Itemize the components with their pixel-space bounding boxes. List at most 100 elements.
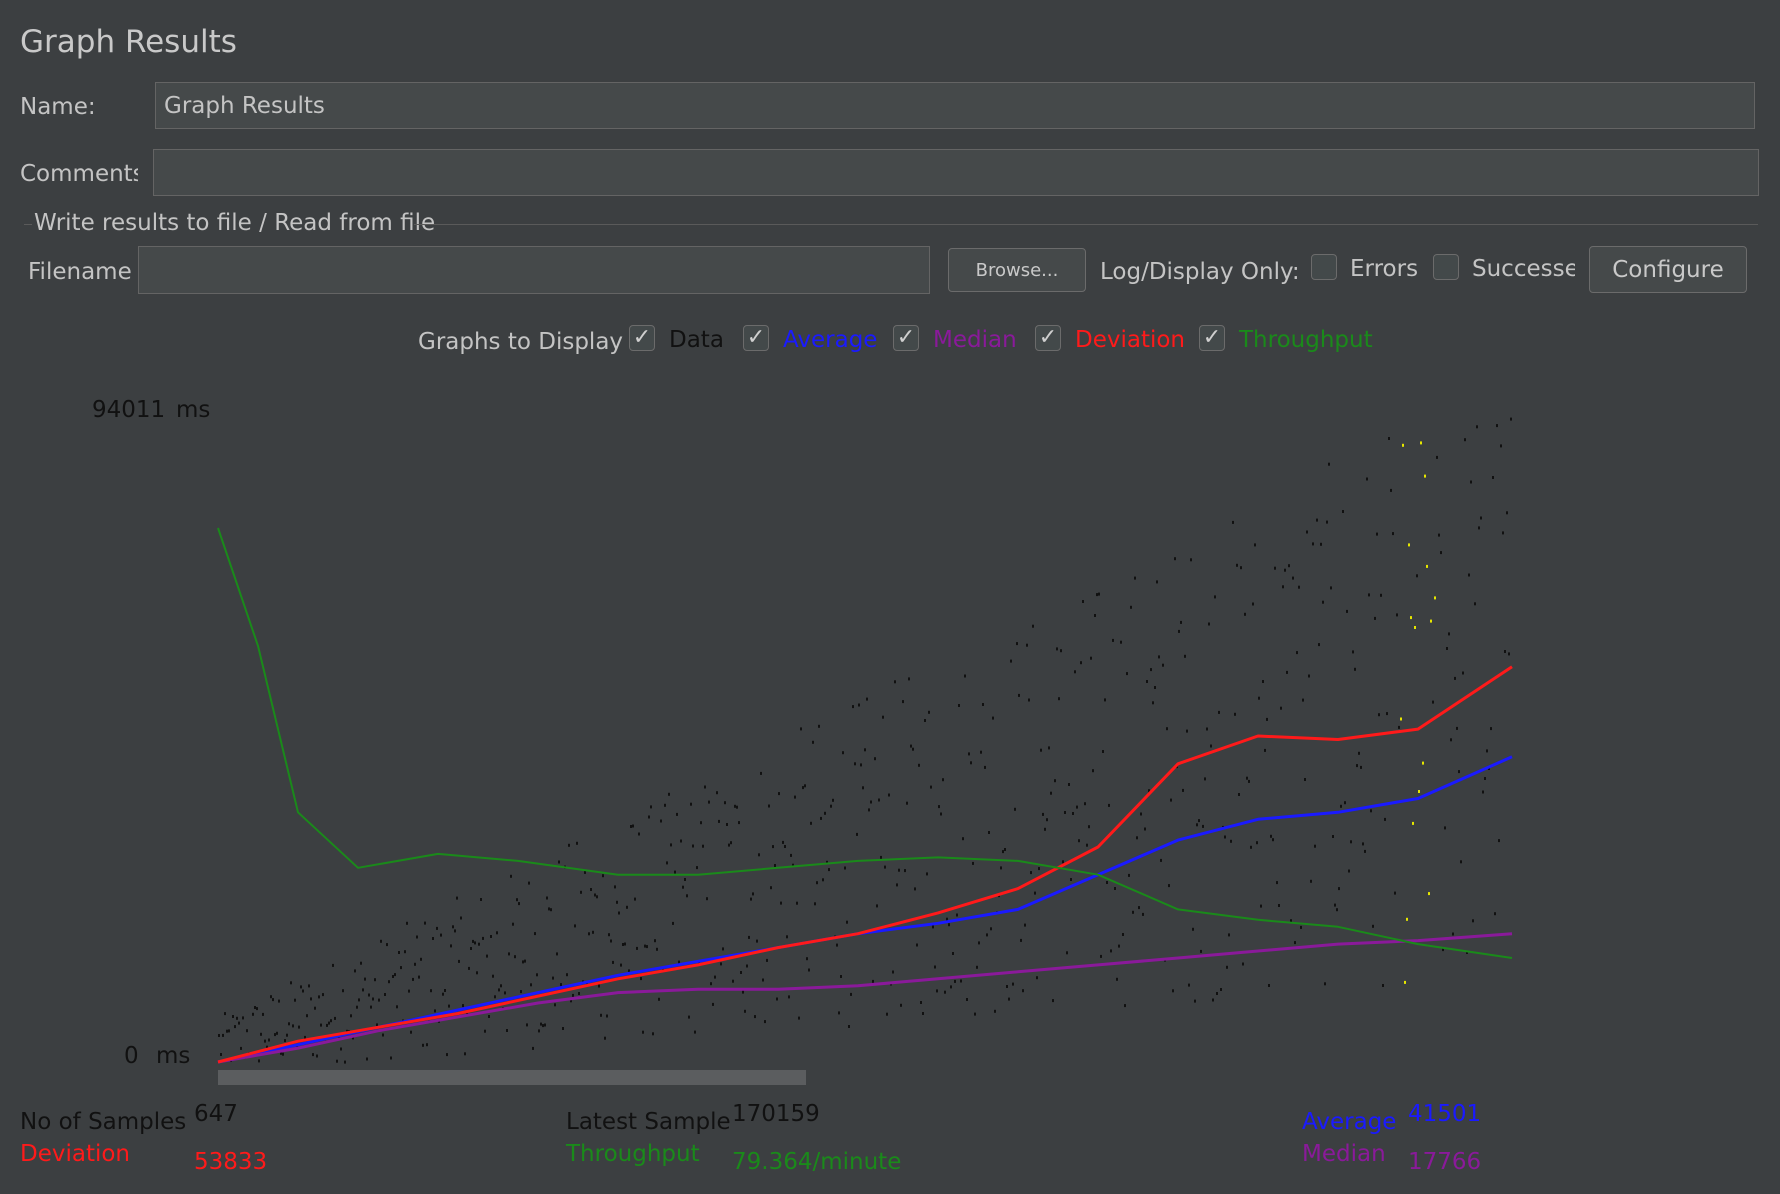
data-point [1398,725,1400,729]
data-point [308,984,310,988]
data-point [1504,650,1506,653]
data-point [1272,838,1274,842]
data-point [328,1021,330,1025]
data-point [624,942,626,946]
data-point [366,1057,368,1061]
data-point [1232,520,1234,524]
data-point [1086,843,1088,847]
data-point [384,993,386,996]
data-point [1210,744,1212,748]
data-point [640,977,642,981]
data-point [506,1029,508,1032]
data-point [372,997,374,1001]
data-point [646,945,648,949]
data-point [736,805,738,809]
data-point [894,680,896,684]
data-point [1376,532,1378,536]
data-point [520,990,522,994]
data-point [1260,904,1262,908]
data-point [738,821,740,825]
data-point [448,1004,450,1008]
data-point [910,744,912,748]
data-point [1094,614,1096,617]
data-point [702,844,704,848]
data-point [1050,791,1052,795]
data-point [1312,542,1314,546]
data-point [536,973,538,977]
data-point [1154,686,1156,689]
data-point [1320,542,1322,546]
data-point [664,803,666,807]
data-point [1300,925,1302,929]
data-point [542,1024,544,1028]
data-point [700,821,702,825]
data-point [636,946,638,950]
data-point [306,1014,308,1018]
data-point [350,1014,352,1018]
data-point [966,998,968,1001]
data-point [464,1052,466,1056]
data-point [1090,656,1092,660]
data-point [742,990,744,994]
data-point [1042,812,1044,816]
data-point [518,902,520,906]
data-point [908,677,910,681]
data-point [488,1015,490,1018]
data-point [392,975,394,978]
data-point [1478,526,1480,530]
data-point [1384,817,1386,821]
data-point [1370,809,1372,813]
data-point [236,1016,238,1020]
data-point [1248,779,1250,783]
data-point [1146,680,1148,683]
data-point [1486,749,1488,753]
data-point [318,995,320,999]
data-point [1138,906,1140,910]
data-point [982,703,984,706]
data-point [1142,912,1144,916]
data-point [1418,790,1420,793]
data-point [558,860,560,864]
data-point [868,808,870,812]
data-point [984,765,986,769]
data-point [326,1023,328,1027]
data-point [720,962,722,966]
data-point [460,916,462,920]
data-point [472,939,474,943]
data-point [694,1030,696,1034]
data-point [706,897,708,901]
data-point [726,823,728,826]
data-point [638,832,640,836]
data-point [784,845,786,848]
data-point [718,819,720,823]
data-point [1178,629,1180,633]
latest-sample-value: 170159 [732,1101,820,1127]
data-point [322,993,324,997]
data-point [616,900,618,904]
data-point [1402,443,1404,447]
data-point [1420,441,1422,445]
data-point [722,947,724,951]
data-point [234,1025,236,1029]
data-point [500,984,502,988]
data-point [408,989,410,993]
data-point [820,816,822,820]
data-point [482,936,484,940]
data-point [1458,770,1460,774]
data-point [944,990,946,994]
data-point [1456,726,1458,730]
data-point [1440,551,1442,555]
data-point [1366,477,1368,481]
data-point [546,896,548,900]
data-point [604,1036,606,1040]
data-point [1002,850,1004,854]
data-point [450,944,452,948]
data-point [780,901,782,905]
data-point [1252,602,1254,606]
data-point [656,947,658,951]
data-point [474,941,476,945]
data-point [1360,765,1362,769]
data-point [942,778,944,782]
graph-scrollbar[interactable] [218,1070,806,1085]
data-point [268,1038,270,1042]
